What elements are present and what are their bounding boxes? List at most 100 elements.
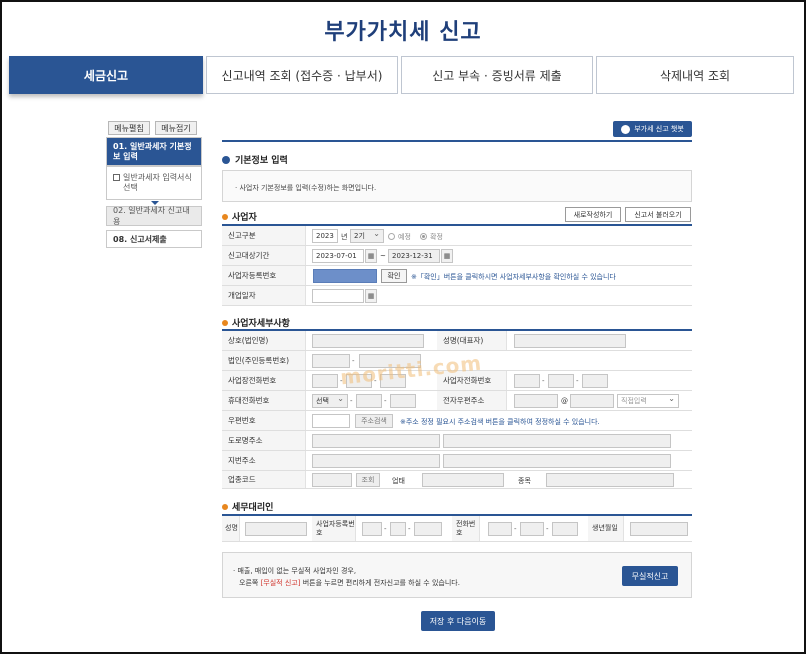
calendar-icon[interactable]: ▦ — [365, 289, 377, 303]
biz-phone-input-1[interactable] — [312, 374, 338, 388]
no-perf-line2: 오른쪽 [무실적 신고] 버튼을 누르면 편리하게 전자신고를 하실 수 있습니… — [239, 578, 460, 588]
industry-code-input[interactable] — [312, 473, 352, 487]
mobile-input-3[interactable] — [390, 394, 416, 408]
agent-biz-no-label: 사업자등록번호 — [312, 516, 356, 541]
calendar-icon[interactable]: ▦ — [365, 249, 377, 263]
email-id-input[interactable] — [514, 394, 558, 408]
step-form-select-label: 일반과세자 입력서식 선택 — [123, 173, 192, 192]
chatbot-button[interactable]: 부가세 신고 챗봇 — [613, 121, 692, 137]
zip-search-button[interactable]: 주소검색 — [355, 414, 393, 428]
menu-expand-button[interactable]: 메뉴펼침 — [108, 121, 150, 135]
step-form-select[interactable]: 일반과세자 입력서식 선택 — [106, 166, 202, 200]
mobile-input-2[interactable] — [356, 394, 382, 408]
tab-report-history[interactable]: 신고내역 조회 (접수증 · 납부서) — [206, 56, 398, 94]
lot-addr-input-1[interactable] — [312, 454, 440, 468]
biz-type-input[interactable] — [422, 473, 504, 487]
no-perf-line1: · 매출, 매입이 없는 무실적 사업자인 경우, — [233, 567, 357, 575]
zip-note: ※주소 정정 필요시 주소검색 버튼을 클릭하여 정정하실 수 있습니다. — [400, 418, 600, 426]
details-section-title-text: 사업자세부사항 — [232, 319, 290, 329]
orange-bullet-icon — [222, 213, 228, 220]
period-tilde: ~ — [380, 252, 386, 260]
new-report-button[interactable]: 새로작성하기 — [565, 207, 621, 222]
radio-final-label: 확정 — [430, 233, 443, 241]
biz-item-label: 종목 — [518, 477, 531, 485]
agent-phone-1[interactable] — [488, 522, 512, 536]
ceo-name-label: 성명(대표자) — [437, 331, 507, 350]
road-addr-label: 도로명주소 — [222, 431, 306, 450]
load-report-button[interactable]: 신고서 불러오기 — [625, 207, 691, 222]
agent-biz-no-3[interactable] — [414, 522, 442, 536]
road-addr-input-2[interactable] — [443, 434, 671, 448]
open-date-input[interactable] — [312, 289, 364, 303]
orange-bullet-icon — [222, 319, 228, 326]
year-select[interactable]: 2023 — [312, 229, 338, 243]
menu-collapse-button[interactable]: 메뉴접기 — [155, 121, 197, 135]
business-section-title: 사업자 — [222, 210, 257, 223]
tab-deleted-history[interactable]: 삭제내역 조회 — [596, 56, 794, 94]
term-select[interactable]: 2기 — [350, 229, 384, 243]
no-performance-button[interactable]: 무실적신고 — [622, 566, 678, 586]
period-row: 신고대상기간 2023-07-01 ▦ ~ 2023-12-31 ▦ — [222, 246, 692, 266]
start-date-input[interactable]: 2023-07-01 — [312, 249, 364, 263]
email-domain-input[interactable] — [570, 394, 614, 408]
end-date-input[interactable]: 2023-12-31 — [388, 249, 440, 263]
lot-addr-input-2[interactable] — [443, 454, 671, 468]
agent-section-title-text: 세무대리인 — [232, 503, 274, 513]
biz-no-input[interactable] — [313, 269, 377, 283]
agent-birth-input[interactable] — [630, 522, 688, 536]
report-type-label: 신고구분 — [222, 226, 306, 245]
chatbot-icon — [621, 124, 631, 134]
company-name-label: 상호(법인명) — [222, 331, 306, 350]
step-submit[interactable]: 08. 신고서제출 — [106, 230, 202, 248]
road-addr-input-1[interactable] — [312, 434, 440, 448]
biz-no-label: 사업자등록번호 — [222, 266, 306, 285]
agent-phone-2[interactable] — [520, 522, 544, 536]
agent-name-label: 성명 — [222, 516, 240, 541]
zip-input[interactable] — [312, 414, 350, 428]
save-next-button[interactable]: 저장 후 다음이동 — [421, 611, 495, 631]
radio-prelim[interactable] — [388, 233, 395, 240]
biz-item-input[interactable] — [546, 473, 674, 487]
no-perf-highlight: [무실적 신고] — [260, 579, 301, 587]
owner-phone-input-3[interactable] — [582, 374, 608, 388]
report-type-row: 신고구분 2023 년 2기 예정 확정 — [222, 226, 692, 246]
tab-tax-report[interactable]: 세금신고 — [9, 56, 203, 94]
no-perf-line2-suffix: 버튼을 누르면 편리하게 전자신고를 하실 수 있습니다. — [302, 579, 460, 587]
agent-name-input[interactable] — [245, 522, 307, 536]
industry-code-label: 업종코드 — [222, 471, 306, 488]
company-name-input[interactable] — [312, 334, 424, 348]
agent-biz-no-1[interactable] — [362, 522, 382, 536]
agent-biz-no-2[interactable] — [390, 522, 406, 536]
biz-confirm-button[interactable]: 확인 — [381, 269, 407, 283]
basic-info-notice: · 사업자 기본정보를 입력(수정)하는 화면입니다. — [222, 170, 692, 202]
biz-type-label: 업태 — [392, 477, 405, 485]
mobile-label: 휴대전화번호 — [222, 391, 306, 410]
ceo-name-input[interactable] — [514, 334, 626, 348]
mobile-row: 휴대전화번호 선택 - - 전자우편주소 @ 직접입력 — [222, 391, 692, 411]
email-domain-select[interactable]: 직접입력 — [617, 394, 679, 408]
lot-addr-row: 지번주소 — [222, 451, 692, 471]
section-bullet-icon — [222, 155, 230, 164]
lot-addr-label: 지번주소 — [222, 451, 306, 470]
email-label: 전자우편주소 — [437, 391, 507, 410]
industry-row: 업종코드 조회 업태 종목 — [222, 471, 692, 489]
calendar-icon[interactable]: ▦ — [441, 249, 453, 263]
biz-phone-label: 사업장전화번호 — [222, 371, 306, 390]
agent-phone-3[interactable] — [552, 522, 578, 536]
step-report-content[interactable]: 02. 일반과세자 신고내용 — [106, 206, 202, 226]
owner-phone-input-2[interactable] — [548, 374, 574, 388]
step-basic-info[interactable]: 01. 일반과세자 기본정보 입력 — [106, 137, 202, 166]
industry-lookup-button[interactable]: 조회 — [356, 473, 380, 487]
business-table: 신고구분 2023 년 2기 예정 확정 신고대상기간 2023-07-01 ▦… — [222, 224, 692, 306]
open-date-label: 개업일자 — [222, 286, 306, 305]
mobile-prefix-select[interactable]: 선택 — [312, 394, 348, 408]
agent-phone-label: 전화번호 — [452, 516, 480, 541]
basic-info-title-text: 기본정보 입력 — [235, 156, 288, 166]
tab-attachments[interactable]: 신고 부속 · 증빙서류 제출 — [401, 56, 593, 94]
radio-final[interactable] — [420, 233, 427, 240]
owner-phone-input-1[interactable] — [514, 374, 540, 388]
period-label: 신고대상기간 — [222, 246, 306, 265]
corp-no-label: 법인(주민등록번호) — [222, 351, 306, 370]
zip-label: 우편번호 — [222, 411, 306, 430]
road-addr-row: 도로명주소 — [222, 431, 692, 451]
